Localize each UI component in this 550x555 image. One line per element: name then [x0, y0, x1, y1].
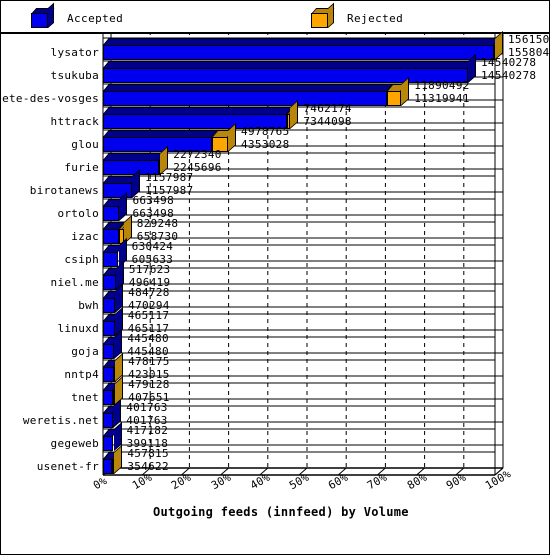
chart-legend: Accepted Rejected: [1, 1, 549, 34]
bar-value-total: 2272340: [173, 148, 222, 161]
bar-row: 417182 399118: [1, 422, 549, 452]
bar-value-total: 7462174: [303, 102, 352, 115]
bar-value-total: 1157987: [145, 171, 194, 184]
bar-segment-accepted: [103, 367, 114, 382]
bar-side-face: [228, 123, 237, 152]
bar-row: 829248 658730: [1, 215, 549, 245]
bar-segment-accepted: [103, 298, 115, 313]
bar-segment-accepted: [103, 252, 119, 267]
bar-row: 445480 445480: [1, 330, 549, 360]
bar-segment-accepted: [103, 344, 115, 359]
bar-segment-accepted: [103, 413, 114, 428]
bar-row: 630424 605633: [1, 238, 549, 268]
bar-segment-rejected: [387, 91, 402, 106]
bar-top-accepted: [103, 107, 294, 114]
bar-top-accepted: [103, 61, 474, 68]
bar-value-accepted: 11319941: [414, 92, 470, 105]
bar-value-total: 479128: [128, 378, 170, 391]
bar-value-total: 484728: [128, 286, 170, 299]
bar-row: 4978765 4353028: [1, 123, 549, 153]
legend-item-accepted: Accepted: [31, 2, 124, 29]
bar-value-total: 478175: [128, 355, 170, 368]
bar-row: 517623 496419: [1, 261, 549, 291]
bar-row: 484728 470294: [1, 284, 549, 314]
bar-side-face: [290, 100, 299, 129]
bar-value-total: 457815: [127, 447, 169, 460]
bar-row: 11890492 11319941: [1, 77, 549, 107]
bar-row: 663498 663498: [1, 192, 549, 222]
bar-value-total: 829248: [136, 217, 179, 230]
bar-segment-accepted: [103, 206, 120, 221]
bar-segment-accepted: [103, 390, 114, 405]
bar-segment-accepted: [103, 275, 116, 290]
bar-value-total: 630424: [131, 240, 174, 253]
bar-value-total: 517623: [128, 263, 171, 276]
legend-label-rejected: Rejected: [347, 11, 404, 25]
bar-segment-accepted: [103, 183, 132, 198]
bar-top-accepted: [103, 130, 219, 137]
bar-side-face: [119, 192, 128, 221]
legend-label-accepted: Accepted: [67, 11, 124, 25]
bar-top-accepted: [103, 84, 394, 91]
bar-value-total: 663498: [132, 194, 174, 207]
bar-value-total: 401763: [126, 401, 168, 414]
bar-segment-accepted: [103, 229, 120, 244]
bar-row: 1157987 1157987: [1, 169, 549, 199]
chart-plot-area: lysator tsukuba bete-des-vosges httrack glou…: [1, 31, 549, 554]
bar-segment-accepted: [103, 321, 115, 336]
bar-value-total: 11890492: [414, 79, 470, 92]
bar-value-total: 465117: [127, 309, 170, 322]
chart-page: Accepted Rejected lysator tsukuba bete-des…: [0, 0, 550, 555]
bar-segment-accepted: [103, 45, 495, 60]
cube-icon-rejected: [311, 2, 335, 29]
bar-row: 1561508415580439: [1, 31, 549, 61]
bar-value-total: 417182: [126, 424, 169, 437]
cube-icon-accepted: [31, 2, 55, 29]
bar-segment-accepted: [103, 436, 114, 451]
bar-value-total: 4978765: [241, 125, 290, 138]
bar-segment-accepted: [103, 459, 113, 474]
bar-value-accepted: 14540278: [480, 69, 537, 82]
bar-row: 457815 354622: [1, 445, 549, 475]
bar-row: 478175 423015: [1, 353, 549, 383]
x-axis-title: Outgoing feeds (innfeed) by Volume: [153, 505, 409, 519]
bar-top-accepted: [103, 38, 501, 45]
bar-value-total: 15615084: [508, 33, 550, 46]
bar-top-accepted: [103, 153, 166, 160]
bar-side-face: [114, 445, 123, 474]
bar-value-accepted: 4353028: [241, 138, 290, 151]
legend-item-rejected: Rejected: [311, 2, 404, 29]
bar-value-total: 14540278: [480, 56, 537, 69]
bar-row: 479128 407651: [1, 376, 549, 406]
bar-segment-accepted: [103, 68, 468, 83]
bar-row: 401763 401763: [1, 399, 549, 429]
bar-side-face: [401, 77, 410, 106]
bar-row: 2272340 2245696: [1, 146, 549, 176]
bar-row: 465117 465117: [1, 307, 549, 337]
bar-value-total: 445480: [127, 332, 169, 345]
bar-value-accepted: 7344098: [303, 115, 352, 128]
